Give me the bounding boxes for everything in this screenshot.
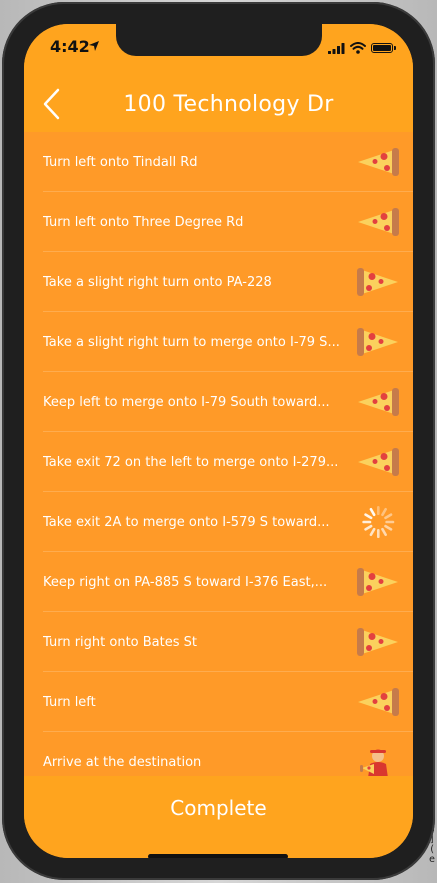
direction-step-row[interactable]: Take a slight right turn onto PA-228: [24, 252, 413, 312]
status-time: 4:42: [50, 37, 90, 56]
pizza-right-icon: [354, 324, 402, 360]
direction-step-text: Turn left: [43, 694, 96, 710]
location-arrow-icon: [89, 41, 99, 51]
direction-step-row[interactable]: Take exit 2A to merge onto I-579 S towar…: [24, 492, 413, 552]
delivery-person-icon: [354, 744, 402, 780]
direction-step-row[interactable]: Turn left: [24, 672, 413, 732]
complete-button[interactable]: Complete: [24, 776, 413, 858]
complete-button-label: Complete: [170, 796, 267, 820]
direction-step-text: Keep left to merge onto I-79 South towar…: [43, 394, 330, 410]
back-chevron-icon[interactable]: [38, 87, 68, 121]
direction-step-text: Take exit 72 on the left to merge onto I…: [43, 454, 339, 470]
direction-step-row[interactable]: Take exit 72 on the left to merge onto I…: [24, 432, 413, 492]
pizza-left-icon: [354, 684, 402, 720]
signal-icon: [328, 42, 345, 54]
page-title: 100 Technology Dr: [123, 92, 334, 117]
wifi-icon: [350, 42, 366, 54]
pizza-left-icon: [354, 204, 402, 240]
direction-step-row[interactable]: Take a slight right turn to merge onto I…: [24, 312, 413, 372]
pizza-right-icon: [354, 264, 402, 300]
direction-step-row[interactable]: Turn left onto Tindall Rd: [24, 132, 413, 192]
directions-list[interactable]: Turn left onto Tindall Rd Turn left onto …: [24, 132, 413, 796]
direction-step-text: Take a slight right turn onto PA-228: [43, 274, 272, 290]
direction-step-row[interactable]: Keep right on PA-885 S toward I-376 East…: [24, 552, 413, 612]
direction-step-text: Turn left onto Three Degree Rd: [43, 214, 244, 230]
direction-step-text: Turn right onto Bates St: [43, 634, 197, 650]
direction-step-text: Keep right on PA-885 S toward I-376 East…: [43, 574, 328, 590]
battery-icon: [371, 43, 396, 53]
direction-step-text: Take exit 2A to merge onto I-579 S towar…: [43, 514, 330, 530]
status-indicators: [328, 41, 396, 55]
pizza-right-icon: [354, 624, 402, 660]
direction-step-text: Turn left onto Tindall Rd: [43, 154, 198, 170]
navigation-bar: 100 Technology Dr: [24, 72, 413, 132]
app-screen: 4:42 100 Technology Dr Turn left onto Ti…: [24, 24, 413, 858]
pizza-left-icon: [354, 444, 402, 480]
phone-frame: 4:42 100 Technology Dr Turn left onto Ti…: [2, 2, 435, 880]
pizza-left-icon: [354, 144, 402, 180]
direction-step-row[interactable]: Turn right onto Bates St: [24, 612, 413, 672]
status-bar: 4:42: [24, 24, 413, 72]
direction-step-row[interactable]: Keep left to merge onto I-79 South towar…: [24, 372, 413, 432]
pizza-right-icon: [354, 564, 402, 600]
direction-step-row[interactable]: Turn left onto Three Degree Rd: [24, 192, 413, 252]
direction-step-text: Arrive at the destination: [43, 754, 202, 770]
notch: [116, 24, 322, 56]
direction-step-text: Take a slight right turn to merge onto I…: [43, 334, 340, 350]
home-indicator: [148, 854, 288, 858]
pizza-left-icon: [354, 384, 402, 420]
loading-spinner-icon: [354, 504, 402, 540]
